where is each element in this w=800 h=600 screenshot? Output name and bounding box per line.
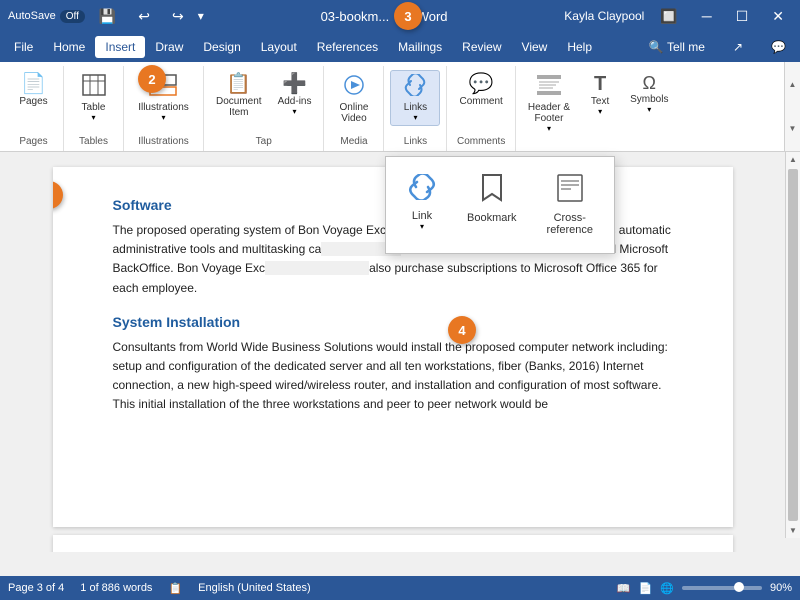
illustrations-group-label: Illustrations [130,134,197,151]
pages-group-label: Pages [10,134,57,151]
menu-draw[interactable]: Draw [145,36,193,58]
links-icon [402,74,428,100]
bookmark-dropdown-item[interactable]: Bookmark [454,165,530,245]
menu-layout[interactable]: Layout [251,36,307,58]
menu-review[interactable]: Review [452,36,511,58]
word-count: 1 of 886 words [80,582,152,594]
ribbon-scroll: ▲ ▼ [784,62,800,151]
autosave-area: AutoSave Off [8,10,85,23]
menu-design[interactable]: Design [193,36,250,58]
cross-reference-label: Cross-reference [547,212,593,236]
ribbon-group-comments: 💬 Comment Comments [447,66,515,151]
zoom-slider[interactable] [682,586,762,590]
title-bar-left: AutoSave Off 💾 ↩ ↪ ▾ [8,6,204,27]
links-dropdown-panel: Link ▾ Bookmark Cross-reference [385,156,615,254]
table-icon [82,74,106,100]
link-label: Link [412,210,432,222]
ribbon-group-pages: 📄 Pages Pages [4,66,64,151]
search-menu-item[interactable]: 🔍 Tell me [639,36,715,58]
header-footer-icon [536,74,562,100]
title-bar-right: Kayla Claypool 🔲 ─ ☐ ✕ [564,6,792,27]
menu-insert[interactable]: Insert [95,36,145,58]
system-installation-text: Consultants from World Wide Business Sol… [113,338,673,415]
menu-bar: File Home Insert Draw Design Layout Refe… [0,32,800,62]
link-dropdown-item[interactable]: Link ▾ [394,165,450,245]
header-footer-button[interactable]: Header &Footer ▾ [522,70,576,137]
callout-1[interactable]: 1 [53,181,63,209]
minimize-button[interactable]: ─ [694,6,720,26]
link-dropdown-icon [408,174,436,206]
comments-button[interactable]: 💬 [761,36,796,58]
addins-button[interactable]: ➕ Add-ins ▾ [272,70,318,120]
scroll-down-button[interactable]: ▼ [786,523,800,538]
restore-button[interactable]: ☐ [728,6,757,27]
menu-view[interactable]: View [512,36,558,58]
view-print-icon[interactable]: 📄 [639,582,653,595]
table-button[interactable]: Table ▾ [74,70,114,126]
symbols-icon: Ω [643,74,656,92]
bookmark-label: Bookmark [467,212,517,224]
links-group-label: Links [390,134,440,151]
redo-button[interactable]: ↪ [164,6,192,27]
menu-help[interactable]: Help [557,36,602,58]
symbols-button[interactable]: Ω Symbols ▾ [624,70,674,118]
comment-button[interactable]: 💬 Comment [453,70,508,111]
tables-group-label: Tables [70,134,117,151]
share-button[interactable]: ↗ [723,36,753,58]
view-read-icon[interactable]: 📖 [617,582,631,595]
online-video-button[interactable]: OnlineVideo [334,70,375,128]
menu-mailings[interactable]: Mailings [388,36,452,58]
links-button[interactable]: Links ▾ [390,70,440,126]
bookmark-dropdown-icon [481,174,503,208]
document-page-2 [53,535,733,552]
undo-button[interactable]: ↩ [130,6,158,27]
pages-icon: 📄 [21,74,46,94]
media-group-label: Media [330,134,377,151]
system-installation-heading: System Installation [113,314,673,330]
document-item-button[interactable]: 📋 DocumentItem [210,70,268,122]
page-info: Page 3 of 4 [8,582,64,594]
autosave-toggle[interactable]: Off [60,10,85,23]
status-bar: Page 3 of 4 1 of 886 words 📋 English (Un… [0,576,800,600]
proofing-icon: 📋 [168,582,182,595]
ribbon-scroll-up[interactable]: ▲ [785,62,800,107]
text-icon: T [594,74,606,94]
ribbon-group-text: Header &Footer ▾ T Text ▾ Ω Symbols ▾ [516,66,681,151]
online-video-icon [341,74,367,100]
ribbon: 📄 Pages Pages Table ▾ Tables [0,62,800,152]
cross-reference-icon [557,174,583,208]
zoom-level: 90% [770,582,792,594]
menu-home[interactable]: Home [43,36,95,58]
comment-icon: 💬 [469,74,494,94]
ribbon-scroll-down[interactable]: ▼ [785,107,800,152]
scroll-thumb[interactable] [788,169,798,521]
callout-4[interactable]: 4 [448,316,476,344]
addins-icon: ➕ [282,74,307,94]
ribbon-group-links: Links ▾ Links [384,66,447,151]
zoom-thumb [734,582,744,592]
ribbon-group-media: OnlineVideo Media [324,66,384,151]
comments-group-label: Comments [453,134,508,151]
customize-qat-icon[interactable]: ▾ [198,9,204,23]
scroll-up-button[interactable]: ▲ [786,152,800,167]
text-group-label [522,145,675,151]
text-button[interactable]: T Text ▾ [580,70,620,120]
cross-reference-dropdown-item[interactable]: Cross-reference [534,165,606,245]
ribbon-display-button[interactable]: 🔲 [652,6,685,27]
menu-file[interactable]: File [4,36,43,58]
user-name: Kayla Claypool [564,9,644,23]
document-title: 03-bookm... — Word [321,9,448,24]
save-button[interactable]: 💾 [91,6,124,27]
autosave-label: AutoSave [8,10,56,22]
scrollbar-vertical[interactable]: ▲ ▼ [785,152,800,538]
tap-group-label: Tap [210,134,317,151]
ribbon-group-tables: Table ▾ Tables [64,66,124,151]
language: English (United States) [198,582,311,594]
close-button[interactable]: ✕ [764,6,792,27]
pages-button[interactable]: 📄 Pages [13,70,53,111]
ribbon-group-tap: 📋 DocumentItem ➕ Add-ins ▾ Tap [204,66,324,151]
menu-references[interactable]: References [307,36,388,58]
view-web-icon[interactable]: 🌐 [660,582,674,595]
document-item-icon: 📋 [226,74,251,94]
